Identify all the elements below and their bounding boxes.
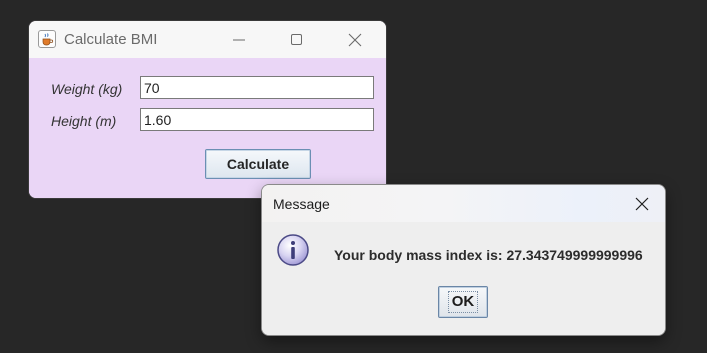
desktop: Calculate BMI Weight (kg) Height (m) (0, 0, 707, 353)
calculate-button[interactable]: Calculate (205, 149, 311, 179)
ok-label: OK (447, 291, 479, 313)
close-icon (348, 33, 362, 47)
dialog-title: Message (273, 196, 330, 212)
minimize-icon (233, 39, 245, 41)
title-bar[interactable]: Calculate BMI (29, 21, 386, 58)
height-input[interactable] (140, 108, 374, 131)
minimize-button[interactable] (216, 21, 262, 58)
maximize-icon (291, 34, 302, 45)
close-button[interactable] (332, 21, 378, 58)
close-icon (635, 197, 649, 211)
dialog-close-button[interactable] (620, 185, 665, 222)
form-panel: Weight (kg) Height (m) Calculate (29, 58, 386, 198)
bmi-result-text: Your body mass index is: 27.343749999999… (334, 247, 643, 263)
ok-button[interactable]: OK (438, 286, 488, 318)
bmi-window: Calculate BMI Weight (kg) Height (m) (29, 21, 386, 198)
window-title: Calculate BMI (64, 31, 158, 48)
maximize-button[interactable] (274, 21, 320, 58)
weight-input[interactable] (140, 76, 374, 99)
height-label: Height (m) (51, 113, 117, 129)
info-icon (277, 234, 309, 266)
dialog-body: Your body mass index is: 27.343749999999… (262, 222, 665, 335)
dialog-title-bar[interactable]: Message (262, 185, 665, 222)
message-dialog: Message Your body mass index is: 27.3437… (262, 185, 665, 335)
weight-label: Weight (kg) (51, 81, 123, 97)
java-cup-icon (38, 30, 56, 48)
